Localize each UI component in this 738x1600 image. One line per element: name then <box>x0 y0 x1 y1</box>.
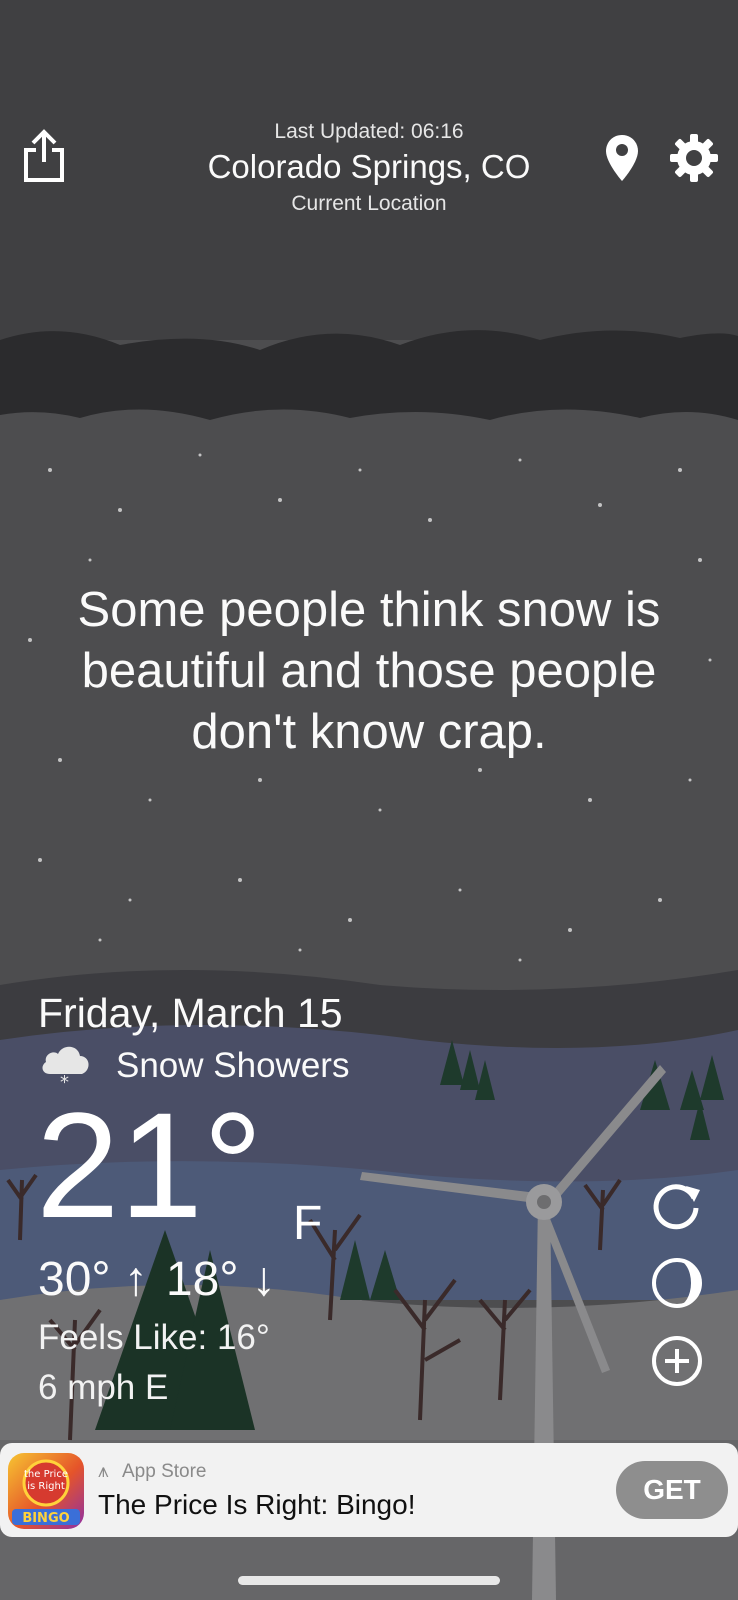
svg-text:BINGO: BINGO <box>22 1511 69 1526</box>
location-pin-icon <box>606 135 638 181</box>
ad-app-title: The Price Is Right: Bingo! <box>98 1489 416 1520</box>
app-icon: the Price is Right BINGO <box>8 1453 84 1529</box>
add-location-icon <box>652 1336 702 1386</box>
date-label: Friday, March 15 <box>38 990 343 1036</box>
get-button[interactable]: GET <box>616 1461 728 1519</box>
home-indicator[interactable] <box>238 1576 500 1585</box>
moon-phase-icon <box>652 1258 702 1308</box>
settings-button[interactable] <box>666 130 722 186</box>
price-is-right-bingo-logo: the Price is Right BINGO <box>12 1459 80 1526</box>
location-button[interactable] <box>600 130 644 186</box>
header: Last Updated: 06:16 Colorado Springs, CO… <box>0 0 738 230</box>
weather-quote: Some people think snow is beautiful and … <box>77 583 661 759</box>
low-temperature: 18° ↓ <box>165 1253 276 1306</box>
settings-gear-icon <box>670 134 718 182</box>
high-low-temperatures: 30° ↑ 18° ↓ <box>38 1252 276 1307</box>
svg-text:the Price: the Price <box>24 1469 68 1480</box>
temperature-unit[interactable]: F <box>293 1196 322 1251</box>
svg-text:is Right: is Right <box>27 1481 65 1492</box>
moon-phase-button[interactable] <box>650 1256 704 1310</box>
current-temperature: 21° <box>36 1081 263 1249</box>
refresh-button[interactable] <box>650 1178 704 1232</box>
add-location-button[interactable] <box>650 1334 704 1388</box>
wind-text: 6 mph E <box>38 1368 169 1407</box>
weather-scene-background <box>0 0 738 1600</box>
app-store-label: ⩚ App Store <box>98 1461 207 1482</box>
app-store-icon: ⩚ <box>98 1461 109 1482</box>
condition-text: Snow Showers <box>116 1046 350 1085</box>
high-temperature: 30° ↑ <box>38 1253 148 1306</box>
feels-like-text: Feels Like: 16° <box>38 1318 270 1357</box>
app-store-ad-banner[interactable]: the Price is Right BINGO ⩚ App Store The… <box>0 1443 738 1537</box>
current-location-label: Current Location <box>291 192 447 215</box>
refresh-icon <box>653 1184 700 1230</box>
